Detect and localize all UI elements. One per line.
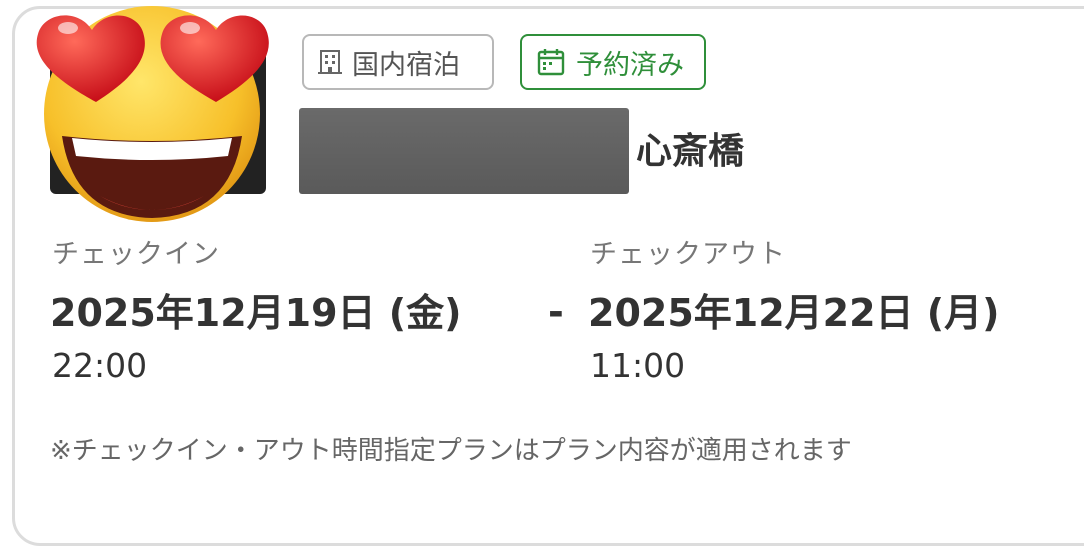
checkin-label: チェックイン bbox=[52, 239, 220, 270]
checkin-time: 22:00 bbox=[52, 346, 148, 385]
domestic-stay-label: 国内宿泊 bbox=[352, 49, 460, 81]
building-icon bbox=[318, 50, 342, 74]
checkout-time: 11:00 bbox=[590, 346, 686, 385]
domestic-stay-tag: 国内宿泊 bbox=[302, 34, 494, 90]
calendar-check-icon bbox=[537, 49, 565, 76]
checkin-date: 2025年12月19日 (金) bbox=[50, 291, 462, 335]
checkout-label: チェックアウト bbox=[590, 239, 786, 270]
checkin-time-note: ※チェックイン・アウト時間指定プランはプラン内容が適用されます bbox=[50, 436, 852, 466]
date-range-separator: - bbox=[548, 290, 564, 334]
redacted-hotel-name bbox=[299, 108, 629, 194]
hotel-name-suffix[interactable]: 心斎橋 bbox=[636, 122, 744, 174]
reserved-status-label: 予約済み bbox=[576, 49, 684, 81]
heart-eyes-emoji-sticker bbox=[36, 6, 269, 222]
reserved-status-tag: 予約済み bbox=[520, 34, 706, 90]
checkout-date: 2025年12月22日 (月) bbox=[588, 291, 1000, 335]
